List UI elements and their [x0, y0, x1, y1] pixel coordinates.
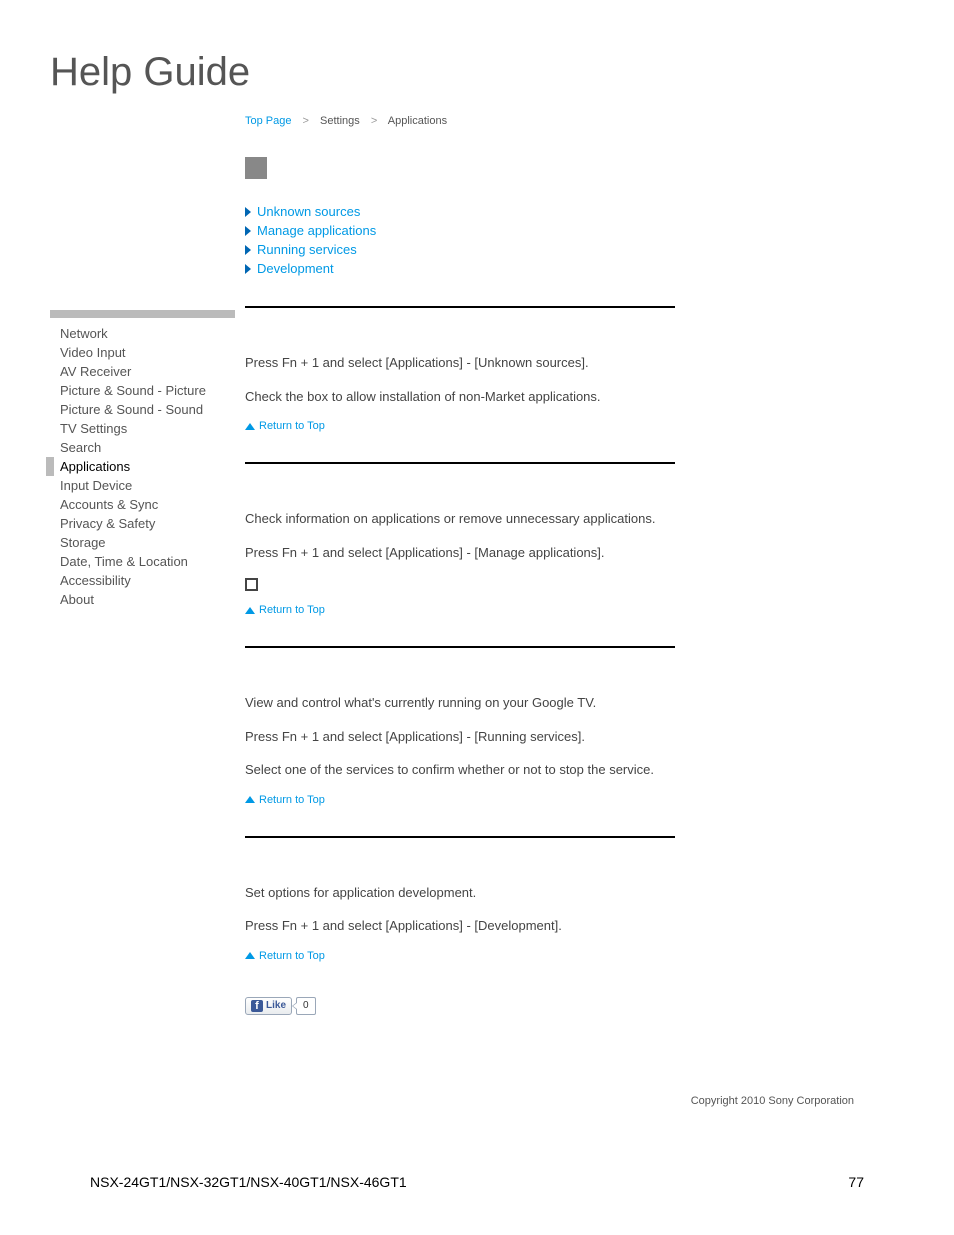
section-divider: [245, 646, 675, 648]
toc-label: Unknown sources: [257, 204, 360, 219]
toc-label: Manage applications: [257, 223, 376, 238]
toc-link-unknown-sources[interactable]: Unknown sources: [245, 204, 904, 219]
main-content: Top Page > Settings > Applications Unkno…: [235, 115, 904, 1015]
chevron-right-icon: [245, 264, 251, 274]
sidebar-item-picture-sound-picture[interactable]: Picture & Sound - Picture: [50, 381, 235, 400]
arrow-up-icon: [245, 952, 255, 959]
toc-label: Running services: [257, 242, 357, 257]
sidebar-item-search[interactable]: Search: [50, 438, 235, 457]
return-to-top-label: Return to Top: [259, 420, 325, 432]
body-text: Press Fn + 1 and select [Applications] -…: [245, 727, 904, 747]
return-to-top-label: Return to Top: [259, 794, 325, 806]
body-text: Check the box to allow installation of n…: [245, 387, 904, 407]
sidebar-item-storage[interactable]: Storage: [50, 533, 235, 552]
breadcrumb: Top Page > Settings > Applications: [245, 115, 904, 127]
breadcrumb-separator: >: [371, 115, 377, 127]
section-divider: [245, 306, 675, 308]
sidebar: NetworkVideo InputAV ReceiverPicture & S…: [50, 310, 235, 1015]
like-label: Like: [266, 1000, 286, 1011]
chevron-right-icon: [245, 226, 251, 236]
chevron-right-icon: [245, 245, 251, 255]
like-widget: f Like 0: [245, 997, 904, 1015]
section-icon-placeholder: [245, 157, 267, 179]
return-to-top-link[interactable]: Return to Top: [245, 604, 904, 616]
sidebar-item-date-time-location[interactable]: Date, Time & Location: [50, 552, 235, 571]
section-divider: [245, 462, 675, 464]
sidebar-item-tv-settings[interactable]: TV Settings: [50, 419, 235, 438]
return-to-top-link[interactable]: Return to Top: [245, 420, 904, 432]
body-text: Press Fn + 1 and select [Applications] -…: [245, 353, 904, 373]
sidebar-item-input-device[interactable]: Input Device: [50, 476, 235, 495]
page-title: Help Guide: [0, 0, 954, 115]
sidebar-item-picture-sound-sound[interactable]: Picture & Sound - Sound: [50, 400, 235, 419]
footer-model: NSX-24GT1/NSX-32GT1/NSX-40GT1/NSX-46GT1: [90, 1174, 407, 1190]
body-text: Select one of the services to confirm wh…: [245, 760, 904, 780]
facebook-icon: f: [251, 1000, 263, 1012]
like-button[interactable]: f Like: [245, 997, 292, 1015]
body-text: Press Fn + 1 and select [Applications] -…: [245, 543, 904, 563]
like-count-value: 0: [303, 1000, 309, 1011]
sidebar-item-av-receiver[interactable]: AV Receiver: [50, 362, 235, 381]
return-to-top-link[interactable]: Return to Top: [245, 950, 904, 962]
breadcrumb-applications: Applications: [388, 115, 447, 127]
sidebar-item-accessibility[interactable]: Accessibility: [50, 571, 235, 590]
sidebar-header-bar: [50, 310, 235, 318]
checkbox-icon: [245, 578, 258, 591]
body-text: Check information on applications or rem…: [245, 509, 904, 529]
arrow-up-icon: [245, 607, 255, 614]
page-footer: NSX-24GT1/NSX-32GT1/NSX-40GT1/NSX-46GT1 …: [0, 1174, 954, 1190]
copyright-text: Copyright 2010 Sony Corporation: [691, 1095, 854, 1107]
body-text: Set options for application development.: [245, 883, 904, 903]
sidebar-item-applications[interactable]: Applications: [50, 457, 235, 476]
sidebar-item-privacy-safety[interactable]: Privacy & Safety: [50, 514, 235, 533]
toc-link-running-services[interactable]: Running services: [245, 242, 904, 257]
body-text: View and control what's currently runnin…: [245, 693, 904, 713]
toc-link-manage-applications[interactable]: Manage applications: [245, 223, 904, 238]
toc-link-development[interactable]: Development: [245, 261, 904, 276]
breadcrumb-top-page[interactable]: Top Page: [245, 115, 291, 127]
like-count: 0: [296, 997, 316, 1015]
sidebar-item-accounts-sync[interactable]: Accounts & Sync: [50, 495, 235, 514]
sidebar-item-about[interactable]: About: [50, 590, 235, 609]
chevron-right-icon: [245, 207, 251, 217]
arrow-up-icon: [245, 423, 255, 430]
breadcrumb-settings: Settings: [320, 115, 360, 127]
footer-page-number: 77: [848, 1174, 864, 1190]
toc-label: Development: [257, 261, 334, 276]
breadcrumb-separator: >: [303, 115, 309, 127]
body-text: Press Fn + 1 and select [Applications] -…: [245, 916, 904, 936]
return-to-top-label: Return to Top: [259, 950, 325, 962]
return-to-top-link[interactable]: Return to Top: [245, 794, 904, 806]
section-divider: [245, 836, 675, 838]
arrow-up-icon: [245, 796, 255, 803]
sidebar-item-network[interactable]: Network: [50, 324, 235, 343]
return-to-top-label: Return to Top: [259, 604, 325, 616]
sidebar-item-video-input[interactable]: Video Input: [50, 343, 235, 362]
